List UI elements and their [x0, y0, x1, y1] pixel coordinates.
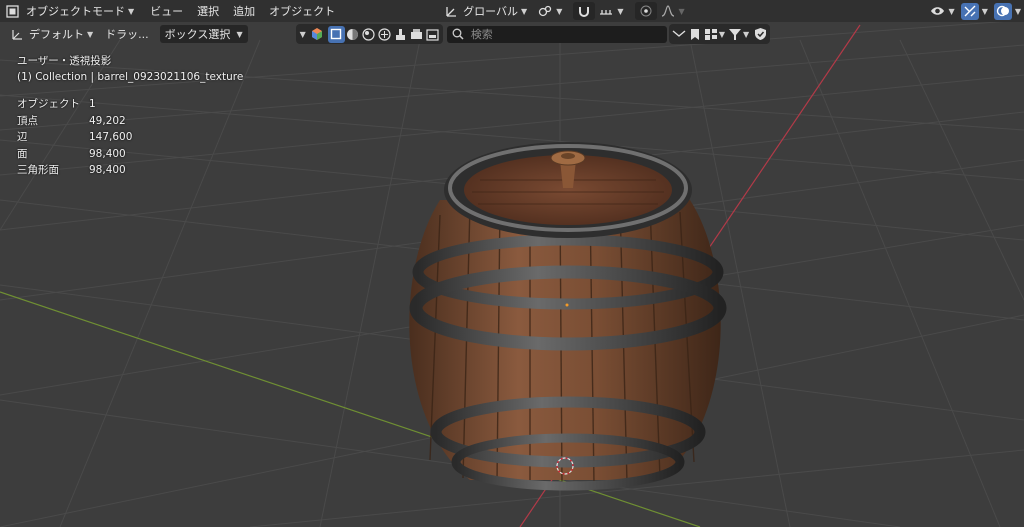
chevron-down-icon: ▼ — [617, 6, 624, 16]
proportional-edit-icon — [638, 3, 654, 19]
stat-value: 98,400 — [89, 147, 126, 160]
stamp-icon[interactable] — [409, 26, 425, 42]
chevron-down-icon: ▼ — [981, 6, 988, 16]
solid-shading-icon[interactable] — [345, 26, 361, 42]
stat-label: 頂点 — [17, 114, 38, 127]
stat-value: 147,600 — [89, 131, 133, 143]
chevron-down-icon: ▼ — [678, 6, 685, 16]
snap-group: ▼ — [571, 1, 629, 21]
select-mode-label: ボックス選択 — [164, 28, 231, 41]
overlay-toggle[interactable]: ▼ — [991, 2, 1024, 20]
viewport-info: ユーザー・透視投影 (1) Collection | barrel_092302… — [17, 54, 243, 85]
stat-row: オブジェクト 1 — [17, 96, 132, 113]
stat-row: 辺 147,600 — [17, 129, 132, 146]
eye-icon — [930, 3, 946, 19]
gizmo-icon — [960, 2, 979, 20]
chevron-down-icon[interactable]: ▼ — [300, 30, 306, 39]
stat-label: 辺 — [17, 131, 28, 143]
editor-type-button[interactable] — [0, 2, 23, 20]
stat-label: 三角形面 — [17, 164, 59, 176]
tool-settings-bar: デフォルト ▼ ドラッ... ボックス選択 ▼ ▼ 検索 ▼ ▼ — [0, 23, 1024, 45]
scene-statistics: オブジェクト 1 頂点 49,202 辺 147,600 面 98,400 三角… — [17, 96, 132, 179]
material-shading-icon[interactable] — [361, 26, 377, 42]
object-origin — [565, 303, 569, 307]
rendered-shading-icon[interactable] — [377, 26, 393, 42]
menu-view[interactable]: ビュー — [143, 2, 190, 20]
transform-axis-icon — [9, 26, 25, 42]
mode-label: オブジェクトモード — [26, 5, 125, 18]
shield-check-icon[interactable] — [752, 26, 768, 42]
viewport-icon — [4, 3, 20, 19]
stat-row: 頂点 49,202 — [17, 113, 132, 130]
brush-icon[interactable] — [393, 26, 409, 42]
printer-icon[interactable] — [425, 26, 441, 42]
pivot-icon — [537, 3, 553, 19]
stat-label: 面 — [17, 147, 28, 160]
collection-info: (1) Collection | barrel_0923021106_textu… — [17, 70, 244, 83]
chevron-down-icon: ▼ — [87, 29, 94, 39]
chevron-down-icon: ▼ — [556, 6, 563, 16]
filter-group: ▼ ▼ — [668, 24, 771, 44]
hierarchy-icon[interactable] — [703, 26, 719, 42]
pivot-point-dropdown[interactable]: ▼ — [532, 2, 567, 20]
transform-axis-icon — [444, 3, 460, 19]
falloff-dropdown[interactable]: ▼ — [657, 2, 688, 20]
orientation-preset-dropdown[interactable]: デフォルト ▼ — [4, 25, 98, 43]
wireframe-shading-icon[interactable] — [327, 25, 345, 43]
stat-value: 98,400 — [89, 164, 126, 176]
mode-dropdown[interactable]: オブジェクトモード ▼ — [23, 2, 137, 20]
gizmo-toggle[interactable]: ▼ — [958, 2, 991, 20]
drag-label: ドラッ... — [105, 28, 149, 41]
magnet-icon — [576, 3, 592, 19]
menu-select[interactable]: 選択 — [190, 2, 226, 20]
visibility-dropdown[interactable]: ▼ — [927, 2, 958, 20]
stat-row: 三角形面 98,400 — [17, 162, 132, 179]
overlay-icon — [993, 2, 1012, 20]
stat-value: 1 — [89, 98, 96, 110]
drag-dropdown[interactable]: ドラッ... — [100, 25, 154, 43]
falloff-curve-icon — [660, 3, 676, 19]
orientation-preset-label: デフォルト — [29, 28, 84, 41]
view-name: ユーザー・透視投影 — [17, 55, 112, 67]
search-placeholder: 検索 — [470, 28, 493, 41]
chevron-down-icon: ▼ — [1014, 6, 1021, 16]
proportional-edit-toggle[interactable] — [634, 2, 657, 20]
filter-icon[interactable] — [727, 26, 743, 42]
chevron-down-icon: ▼ — [521, 6, 528, 16]
search-icon — [451, 26, 465, 42]
snap-toggle[interactable] — [573, 2, 596, 20]
snap-increment-icon — [598, 3, 614, 19]
transform-orientation-dropdown[interactable]: グローバル ▼ — [439, 2, 532, 20]
chevron-down-icon: ▼ — [128, 6, 135, 16]
shading-group: ▼ — [295, 24, 443, 44]
chevron-down-icon[interactable]: ▼ — [719, 30, 725, 39]
proportional-edit-group: ▼ — [632, 1, 690, 21]
chevron-down-icon: ▼ — [948, 6, 955, 16]
chevron-down-icon[interactable]: ▼ — [743, 30, 749, 39]
search-input[interactable]: 検索 — [446, 25, 667, 43]
viewport-header: オブジェクトモード ▼ ビュー 選択 追加 オブジェクト グローバル ▼ ▼ ▼ — [0, 0, 1024, 22]
menu-object[interactable]: オブジェクト — [262, 2, 342, 20]
chevron-down-icon: ▼ — [236, 29, 243, 39]
stat-row: 面 98,400 — [17, 146, 132, 163]
transform-orientation-label: グローバル — [463, 5, 519, 18]
select-mode-dropdown[interactable]: ボックス選択 ▼ — [159, 25, 248, 43]
stat-label: オブジェクト — [17, 98, 80, 110]
snap-target-dropdown[interactable]: ▼ — [595, 2, 626, 20]
menu-add[interactable]: 追加 — [226, 2, 262, 20]
material-preview-color-icon[interactable] — [309, 26, 325, 42]
bookmark-icon[interactable] — [687, 26, 703, 42]
barrel-model — [409, 142, 727, 491]
stat-value: 49,202 — [89, 114, 126, 127]
chevron-down-wide-icon[interactable] — [671, 26, 687, 42]
